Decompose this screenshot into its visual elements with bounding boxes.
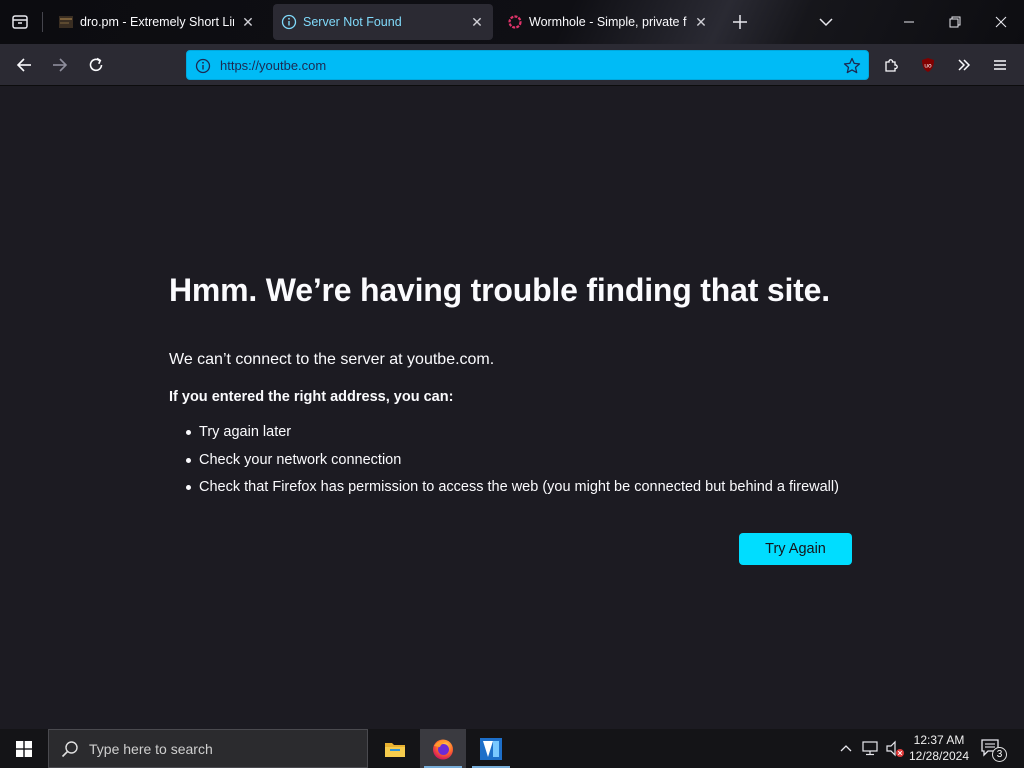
error-description: We can’t connect to the server at youtbe… — [169, 351, 495, 368]
back-button[interactable] — [9, 50, 39, 80]
show-hidden-icons-button[interactable] — [836, 739, 856, 759]
bookmark-star-icon[interactable] — [842, 56, 862, 76]
site-info-icon[interactable] — [194, 57, 212, 75]
search-placeholder: Type here to search — [89, 741, 213, 757]
hamburger-menu-icon — [994, 60, 1006, 70]
taskbar-app-pinned[interactable] — [468, 729, 514, 768]
info-icon — [281, 14, 297, 30]
puzzle-icon — [885, 59, 898, 72]
system-clock[interactable]: 12:37 AM 12/28/2024 — [906, 732, 972, 764]
extensions-button[interactable] — [877, 50, 907, 80]
try-again-button[interactable]: Try Again — [739, 533, 852, 565]
tab-title: Wormhole - Simple, private file — [529, 15, 687, 29]
forward-arrow-icon — [53, 58, 68, 72]
tab-title: Server Not Found — [303, 15, 402, 29]
tab-close-icon[interactable]: ✕ — [469, 14, 485, 30]
more-tools-button[interactable] — [949, 50, 979, 80]
svg-text:uo: uo — [924, 63, 932, 70]
taskbar-file-explorer[interactable] — [372, 729, 418, 768]
tab-title: dro.pm - Extremely Short Links — [80, 15, 234, 29]
tab-bar: dro.pm - Extremely Short Links ✕ Server … — [0, 0, 1024, 44]
minimize-icon — [904, 21, 914, 23]
restore-icon — [949, 16, 961, 28]
close-window-button[interactable] — [978, 0, 1024, 44]
tab-wormhole[interactable]: Wormhole - Simple, private file ✕ — [499, 4, 717, 40]
media-app-icon — [480, 737, 502, 760]
taskbar-search-box[interactable]: Type here to search — [48, 729, 368, 768]
suggestion-item: Check that Firefox has permission to acc… — [186, 477, 839, 505]
tab-separator — [42, 12, 43, 32]
windows-taskbar: Type here to search 12:37 AM 12/28/2024 … — [0, 729, 1024, 768]
start-button[interactable] — [0, 729, 48, 768]
tab-close-icon[interactable]: ✕ — [240, 14, 256, 30]
firefox-view-icon — [12, 15, 28, 29]
firefox-icon — [433, 739, 453, 759]
taskbar-firefox[interactable] — [420, 729, 466, 768]
restore-button[interactable] — [932, 0, 978, 44]
network-icon — [862, 741, 878, 756]
address-bar[interactable]: https://youtbe.com — [186, 50, 869, 80]
volume-status[interactable] — [885, 739, 905, 759]
clock-date: 12/28/2024 — [908, 749, 970, 763]
double-chevron-right-icon — [958, 59, 971, 71]
chevron-up-icon — [840, 745, 852, 752]
close-icon — [995, 16, 1007, 28]
ublock-origin-icon: uo — [922, 58, 934, 72]
error-suggestions-heading: If you entered the right address, you ca… — [169, 389, 454, 405]
chevron-down-icon — [819, 18, 833, 27]
windows-logo-icon — [16, 740, 32, 757]
notification-count-badge: 3 — [992, 747, 1007, 762]
tab-server-not-found[interactable]: Server Not Found ✕ — [273, 4, 493, 40]
firefox-view-button[interactable] — [4, 6, 36, 38]
speaker-muted-icon — [886, 740, 904, 757]
network-status[interactable] — [861, 739, 881, 759]
list-all-tabs-button[interactable] — [812, 8, 840, 36]
search-icon — [61, 741, 78, 758]
navigation-toolbar: https://youtbe.com uo — [0, 44, 1024, 86]
new-tab-button[interactable] — [726, 8, 754, 36]
forward-button[interactable] — [45, 50, 75, 80]
suggestion-item: Check your network connection — [186, 450, 839, 478]
error-title: Hmm. We’re having trouble finding that s… — [169, 272, 830, 308]
app-menu-button[interactable] — [985, 50, 1015, 80]
wormhole-favicon — [507, 14, 523, 30]
plus-icon — [733, 15, 747, 29]
file-explorer-icon — [385, 742, 405, 757]
url-text[interactable]: https://youtbe.com — [220, 58, 326, 73]
error-page: Hmm. We’re having trouble finding that s… — [0, 86, 1024, 729]
back-arrow-icon — [16, 58, 31, 72]
error-suggestions-list: Try again later Check your network conne… — [186, 422, 839, 505]
reload-button[interactable] — [81, 50, 111, 80]
tab-close-icon[interactable]: ✕ — [693, 14, 709, 30]
tab-dro-pm[interactable]: dro.pm - Extremely Short Links ✕ — [50, 4, 264, 40]
ublock-origin-button[interactable]: uo — [913, 50, 943, 80]
dro-pm-favicon — [58, 14, 74, 30]
minimize-button[interactable] — [886, 0, 932, 44]
reload-icon — [89, 57, 103, 72]
clock-time: 12:37 AM — [913, 733, 965, 747]
suggestion-item: Try again later — [186, 422, 839, 450]
